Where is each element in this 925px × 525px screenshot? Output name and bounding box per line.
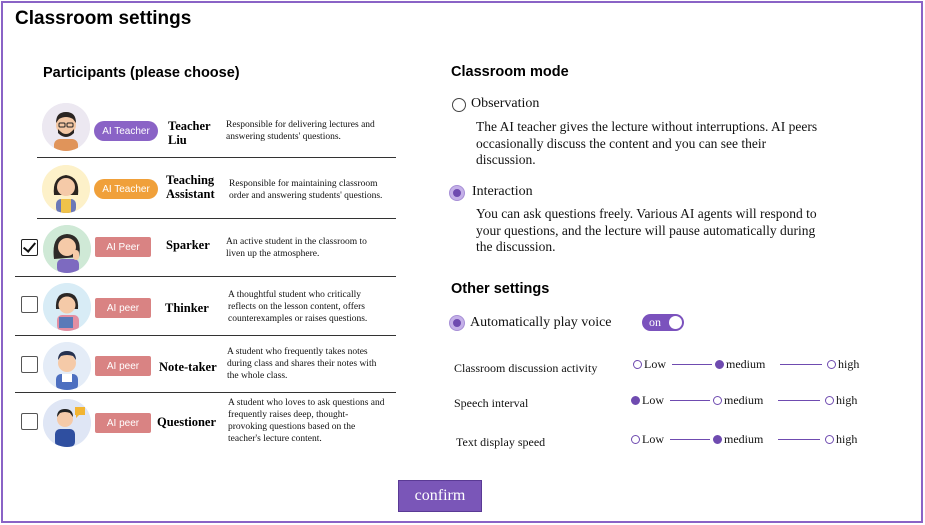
participant-description: A student who frequently takes notes dur… (227, 347, 377, 381)
classroom-mode-heading: Classroom mode (451, 64, 569, 80)
participant-name: Teacher Liu (168, 119, 211, 147)
thinker-avatar (43, 283, 91, 331)
speech-interval-label: Speech interval (454, 396, 529, 410)
confirm-button[interactable]: confirm (398, 480, 482, 512)
interaction-radio[interactable] (450, 186, 464, 200)
sparker-avatar (43, 225, 91, 273)
discussion-activity-label: Classroom discussion activity (454, 361, 598, 375)
observation-label: Observation (471, 96, 540, 111)
discussion-activity-high[interactable]: high (827, 357, 859, 372)
ai-peer-badge: AI Peer (95, 237, 151, 257)
autoplay-toggle[interactable]: on (642, 314, 684, 331)
ai-peer-badge: AI peer (95, 413, 151, 433)
text-display-speed-label: Text display speed (456, 435, 546, 449)
participant-description: Responsible for delivering lectures and … (226, 120, 375, 142)
note-taker-avatar (43, 342, 91, 390)
participant-row-questioner: AI peer Questioner A student who loves t… (15, 393, 396, 451)
participant-row-note-taker: AI peer Note-taker A student who frequen… (15, 336, 396, 393)
ai-peer-badge: AI peer (95, 356, 151, 376)
questioner-avatar (43, 399, 91, 447)
teacher-liu-avatar (42, 103, 90, 151)
participant-row-teaching-assistant: AI Teacher Teaching Assistant Responsibl… (37, 158, 396, 219)
ai-teacher-badge: AI Teacher (94, 121, 158, 141)
speech-interval-medium[interactable]: medium (713, 393, 763, 408)
slider-line (672, 364, 712, 365)
discussion-activity-low[interactable]: Low (633, 357, 666, 372)
other-settings-heading: Other settings (451, 281, 550, 297)
text-speed-low[interactable]: Low (631, 432, 664, 447)
participant-row-sparker: AI Peer Sparker An active student in the… (15, 219, 396, 277)
participants-heading: Participants (please choose) (43, 65, 240, 81)
participant-name: Teaching Assistant (166, 173, 215, 201)
interaction-label: Interaction (472, 184, 533, 199)
ai-teacher-badge: AI Teacher (94, 179, 158, 199)
slider-line (778, 400, 820, 401)
speech-interval-high[interactable]: high (825, 393, 857, 408)
participant-description: An active student in the classroom to li… (226, 237, 367, 259)
thinker-checkbox[interactable] (21, 296, 38, 313)
participants-list: AI Teacher Teacher Liu Responsible for d… (15, 94, 396, 451)
page-title: Classroom settings (15, 8, 192, 29)
sparker-checkbox[interactable] (21, 239, 38, 256)
toggle-text: on (649, 315, 661, 329)
teaching-assistant-avatar (42, 165, 90, 213)
slider-line (780, 364, 822, 365)
participant-name: Questioner (157, 415, 217, 429)
participant-name: Note-taker (159, 360, 217, 374)
text-speed-high[interactable]: high (825, 432, 857, 447)
text-speed-medium[interactable]: medium (713, 432, 763, 447)
participant-description: A thoughtful student who critically refl… (228, 290, 368, 324)
speech-interval-low[interactable]: Low (631, 393, 664, 408)
ai-peer-badge: AI peer (95, 298, 151, 318)
slider-line (670, 439, 710, 440)
note-taker-checkbox[interactable] (21, 356, 38, 373)
slider-line (778, 439, 820, 440)
observation-radio[interactable] (452, 98, 466, 112)
participant-description: Responsible for maintaining classroom or… (229, 179, 383, 201)
autoplay-radio[interactable] (450, 316, 464, 330)
toggle-knob (669, 316, 682, 329)
discussion-activity-medium[interactable]: medium (715, 357, 765, 372)
participant-name: Thinker (165, 301, 209, 315)
participant-name: Sparker (166, 238, 210, 252)
questioner-checkbox[interactable] (21, 413, 38, 430)
interaction-description: You can ask questions freely. Various AI… (476, 206, 817, 254)
slider-line (670, 400, 710, 401)
participant-row-teacher-liu: AI Teacher Teacher Liu Responsible for d… (37, 94, 396, 158)
participant-description: A student who loves to ask questions and… (228, 398, 385, 444)
autoplay-label: Automatically play voice (470, 315, 612, 330)
participant-row-thinker: AI peer Thinker A thoughtful student who… (15, 277, 396, 336)
observation-description: The AI teacher gives the lecture without… (476, 119, 818, 167)
